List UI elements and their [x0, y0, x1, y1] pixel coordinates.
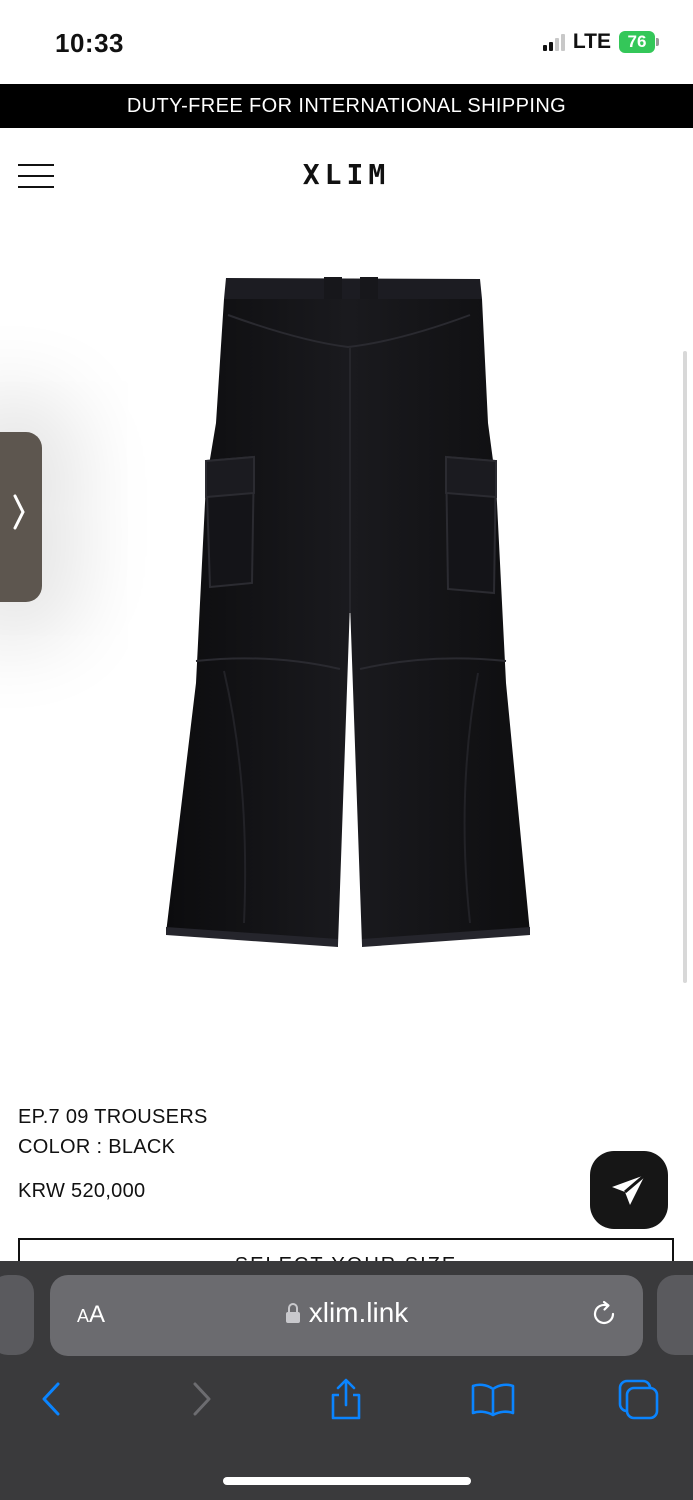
url-display[interactable]: xlim.link: [50, 1297, 643, 1329]
bookmarks-icon: [471, 1383, 515, 1417]
status-time: 10:33: [55, 28, 124, 58]
chevron-right-icon: [12, 492, 26, 540]
product-color: COLOR : BLACK: [18, 1136, 176, 1158]
previous-tab-peek[interactable]: [0, 1275, 34, 1355]
browser-toolbar: AA xlim.link: [0, 1261, 693, 1500]
bookmarks-button[interactable]: [470, 1377, 516, 1421]
tabs-icon: [618, 1379, 659, 1420]
paper-plane-icon: [612, 1173, 646, 1205]
home-indicator[interactable]: [223, 1477, 471, 1485]
status-indicators: LTE 76: [542, 30, 659, 54]
promo-banner[interactable]: DUTY-FREE FOR INTERNATIONAL SHIPPING: [0, 84, 693, 128]
share-icon: [331, 1378, 361, 1420]
next-tab-peek[interactable]: [657, 1275, 693, 1355]
forward-button[interactable]: [182, 1377, 222, 1421]
reload-icon[interactable]: [589, 1299, 619, 1334]
battery-level: 76: [619, 31, 655, 53]
signal-strength-icon: [542, 33, 565, 51]
network-type: LTE: [572, 30, 611, 53]
share-button[interactable]: [326, 1377, 366, 1421]
product-name: EP.7 09 TROUSERS: [18, 1106, 208, 1128]
brand-logo[interactable]: XLIM: [0, 158, 693, 191]
trousers-image: [166, 277, 530, 947]
back-button[interactable]: [31, 1377, 71, 1421]
status-bar: 10:33 LTE 76: [0, 0, 693, 84]
battery-icon: 76: [619, 31, 659, 53]
scroll-indicator: [683, 351, 687, 983]
side-panel-tab[interactable]: [0, 432, 42, 602]
lock-icon: [285, 1303, 300, 1323]
url-text: xlim.link: [308, 1297, 409, 1328]
forward-icon: [193, 1382, 211, 1416]
address-bar[interactable]: AA xlim.link: [50, 1275, 643, 1356]
product-image[interactable]: [0, 223, 693, 1073]
send-icon-button[interactable]: [590, 1151, 668, 1229]
site-header: XLIM: [0, 128, 693, 223]
back-icon: [42, 1382, 60, 1416]
product-price: KRW 520,000: [18, 1180, 146, 1202]
tabs-button[interactable]: [617, 1377, 661, 1421]
